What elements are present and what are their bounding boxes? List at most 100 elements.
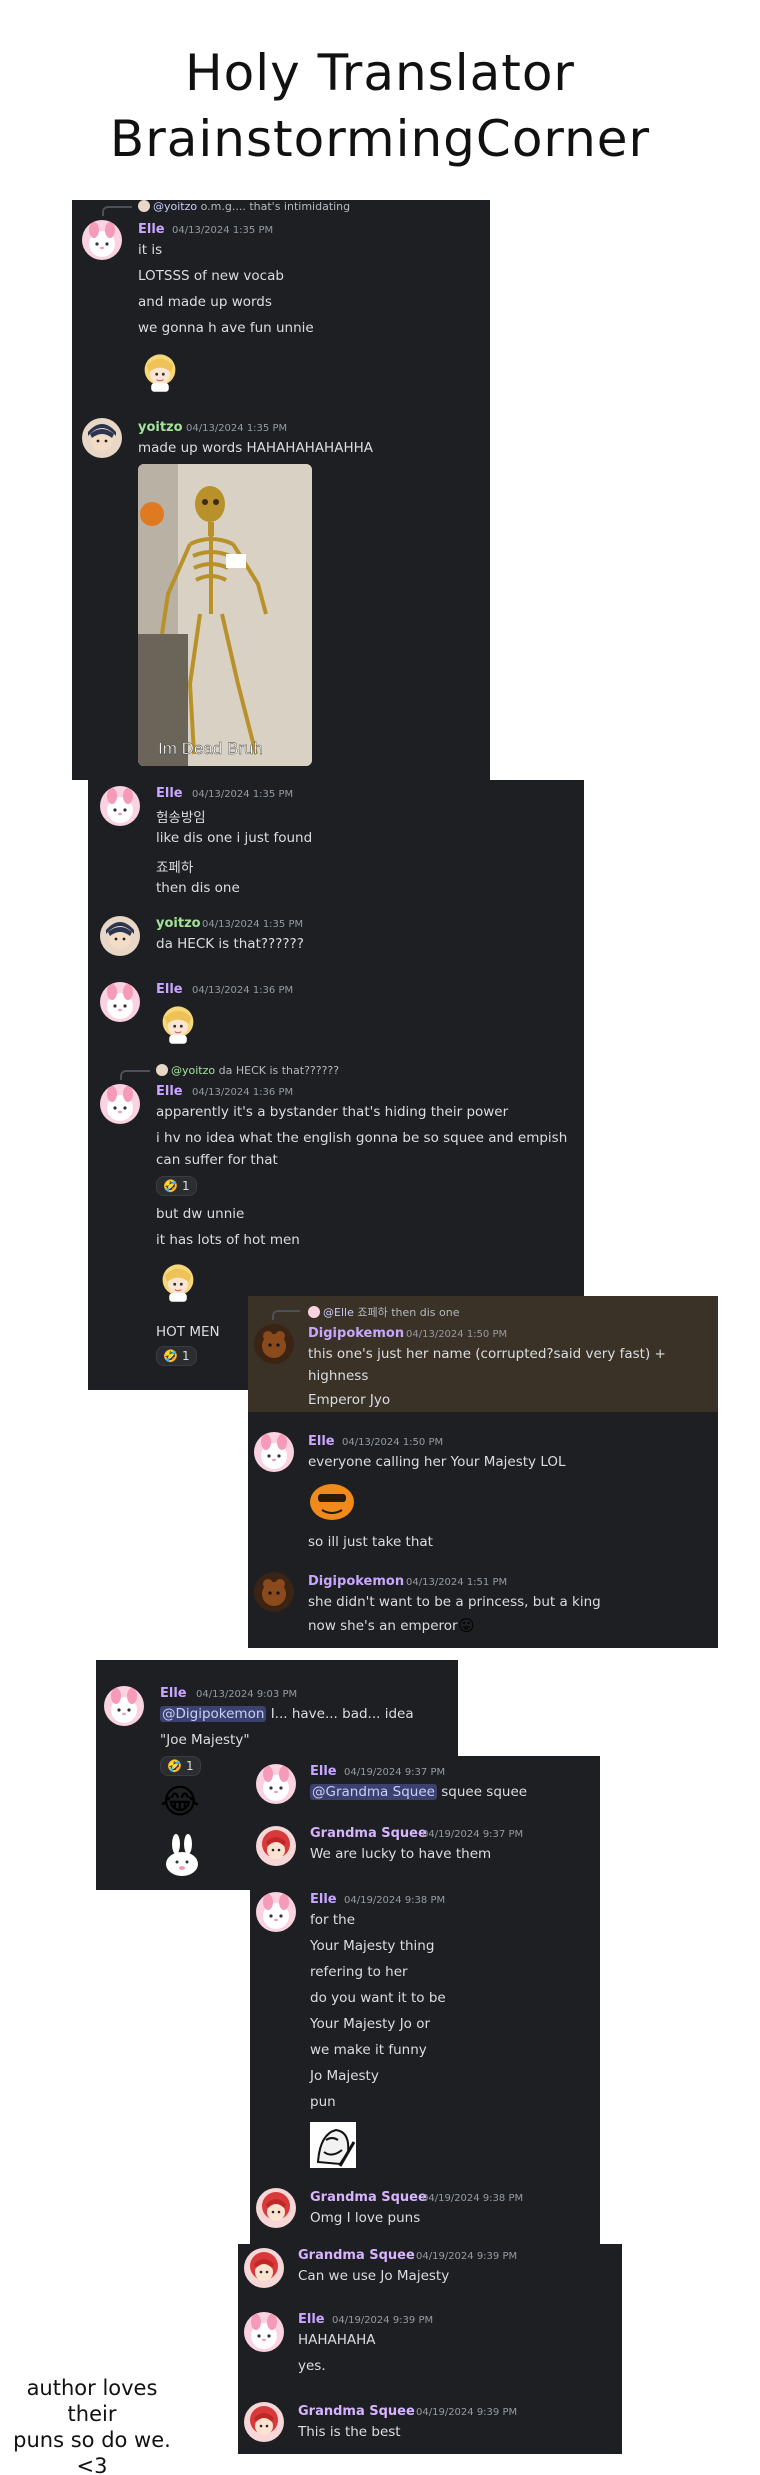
avatar[interactable] <box>256 1892 296 1932</box>
footnote: author loves their puns so do we. <3 <box>12 2375 172 2475</box>
message-text: I... have... bad... idea <box>266 1706 414 1722</box>
message-line: Omg I love puns <box>310 2210 421 2226</box>
reaction-rofl[interactable]: 🤣 1 <box>160 1756 201 1776</box>
username[interactable]: Elle <box>298 2312 325 2327</box>
username[interactable]: yoitzo <box>138 420 183 435</box>
avatar[interactable] <box>100 1084 140 1124</box>
avatar[interactable] <box>244 2312 284 2352</box>
timestamp: 04/19/2024 9:38 PM <box>344 1895 446 1906</box>
reply-preview[interactable]: @yoitzo o.m.g.... that's intimidating <box>138 200 350 213</box>
message-line: can suffer for that <box>156 1152 278 1168</box>
avatar[interactable] <box>256 1826 296 1866</box>
avatar[interactable] <box>100 786 140 826</box>
timestamp: 04/19/2024 9:39 PM <box>416 2251 518 2262</box>
sticker-orange-blob <box>308 1478 356 1522</box>
reply-preview[interactable]: @yoitzo da HECK is that?????? <box>156 1064 339 1077</box>
username[interactable]: Elle <box>308 1434 335 1449</box>
reply-user: @Elle <box>323 1306 354 1319</box>
avatar[interactable] <box>256 1764 296 1804</box>
avatar[interactable] <box>244 2402 284 2442</box>
reply-text: o.m.g.... that's intimidating <box>200 200 351 213</box>
sticker-blonde-girl <box>156 1002 200 1046</box>
message-line: refering to her <box>310 1964 408 1980</box>
avatar[interactable] <box>254 1572 294 1612</box>
chat-screenshot-1: @yoitzo o.m.g.... that's intimidating El… <box>72 200 490 780</box>
username[interactable]: Elle <box>310 1764 337 1779</box>
message-line: we make it funny <box>310 2042 427 2058</box>
timestamp: 04/13/2024 1:35 PM <box>192 789 294 800</box>
avatar[interactable] <box>82 220 122 260</box>
message-line: pun <box>310 2094 336 2110</box>
username[interactable]: Grandma Squee <box>310 1826 427 1841</box>
message-line: 죠페하 <box>156 860 194 876</box>
reply-avatar <box>308 1306 320 1318</box>
reaction-rofl[interactable]: 🤣 1 <box>156 1176 197 1196</box>
timestamp: 04/19/2024 9:37 PM <box>344 1767 446 1778</box>
message-text: squee squee <box>436 1784 528 1800</box>
avatar[interactable] <box>100 982 140 1022</box>
message-line: like dis one i just found <box>156 830 313 846</box>
timestamp: 04/13/2024 1:35 PM <box>202 919 304 930</box>
skeleton-image: Im Dead Bruh <box>138 464 312 766</box>
message-line: Can we use Jo Majesty <box>298 2268 450 2284</box>
avatar[interactable] <box>254 1324 294 1364</box>
avatar[interactable] <box>104 1686 144 1726</box>
message-line: "Joe Majesty" <box>160 1732 250 1748</box>
sticker-meme-face <box>310 2122 356 2168</box>
mention-chip[interactable]: @Grandma Squee <box>310 1784 437 1800</box>
gif-caption: Im Dead Bruh <box>158 739 263 758</box>
username[interactable]: Grandma Squee <box>298 2404 415 2419</box>
chat-screenshot-5: Elle 04/19/2024 9:37 PM @Grandma Squee s… <box>250 1756 600 2246</box>
footnote-line-3: <3 <box>76 2454 108 2475</box>
username[interactable]: Elle <box>138 222 165 237</box>
username[interactable]: Grandma Squee <box>310 2190 427 2205</box>
timestamp: 04/13/2024 9:03 PM <box>196 1689 298 1700</box>
message-line: she didn't want to be a princess, but a … <box>308 1594 601 1610</box>
page-title-line-2: BrainstormingCorner <box>109 110 651 168</box>
message-line: then dis one <box>156 880 240 896</box>
reaction-rofl[interactable]: 🤣 1 <box>156 1346 197 1366</box>
message-line: so ill just take that <box>308 1534 433 1550</box>
username[interactable]: Elle <box>156 982 183 997</box>
reply-avatar <box>156 1064 168 1076</box>
username[interactable]: Elle <box>156 786 183 801</box>
reaction-count: 1 <box>185 1759 194 1773</box>
message-line: highness <box>308 1368 369 1384</box>
username[interactable]: Elle <box>160 1686 187 1701</box>
reaction-count: 1 <box>181 1349 190 1363</box>
reply-preview[interactable]: @Elle 죠페하 then dis one <box>308 1304 459 1320</box>
reply-avatar <box>138 200 150 212</box>
avatar[interactable] <box>254 1432 294 1472</box>
avatar[interactable] <box>244 2248 284 2288</box>
reaction-count: 1 <box>181 1179 190 1193</box>
chat-screenshot-3: @Elle 죠페하 then dis one Digipokemon 04/13… <box>248 1296 718 1648</box>
message-line: made up words HAHAHAHAHAHHA <box>138 440 373 456</box>
message-line: 험송방임 <box>156 810 206 826</box>
avatar[interactable] <box>82 418 122 458</box>
reply-connector <box>120 1070 150 1080</box>
username[interactable]: Grandma Squee <box>298 2248 415 2263</box>
avatar[interactable] <box>100 916 140 956</box>
avatar[interactable] <box>256 2188 296 2228</box>
message-line: i hv no idea what the english gonna be s… <box>156 1130 568 1146</box>
message-line: @Grandma Squee squee squee <box>310 1784 527 1800</box>
timestamp: 04/13/2024 1:35 PM <box>172 225 274 236</box>
username[interactable]: Digipokemon <box>308 1326 404 1341</box>
message-line: but dw unnie <box>156 1206 245 1222</box>
mention-chip[interactable]: @Digipokemon <box>160 1706 267 1722</box>
message-line: it has lots of hot men <box>156 1232 300 1248</box>
timestamp: 04/13/2024 1:35 PM <box>186 423 288 434</box>
message-line: we gonna h ave fun unnie <box>138 320 314 336</box>
message-line: apparently it's a bystander that's hidin… <box>156 1104 509 1120</box>
username[interactable]: yoitzo <box>156 916 201 931</box>
message-line: yes. <box>298 2358 326 2374</box>
timestamp: 04/19/2024 9:38 PM <box>422 2193 524 2204</box>
skeleton-gif[interactable]: Im Dead Bruh <box>138 464 312 766</box>
username[interactable]: Elle <box>156 1084 183 1099</box>
username[interactable]: Digipokemon <box>308 1574 404 1589</box>
message-line: for the <box>310 1912 356 1928</box>
timestamp: 04/13/2024 1:50 PM <box>406 1329 508 1340</box>
username[interactable]: Elle <box>310 1892 337 1907</box>
rofl-emoji-icon: 🤣 <box>163 1179 178 1193</box>
sticker-blonde-girl <box>156 1260 200 1304</box>
